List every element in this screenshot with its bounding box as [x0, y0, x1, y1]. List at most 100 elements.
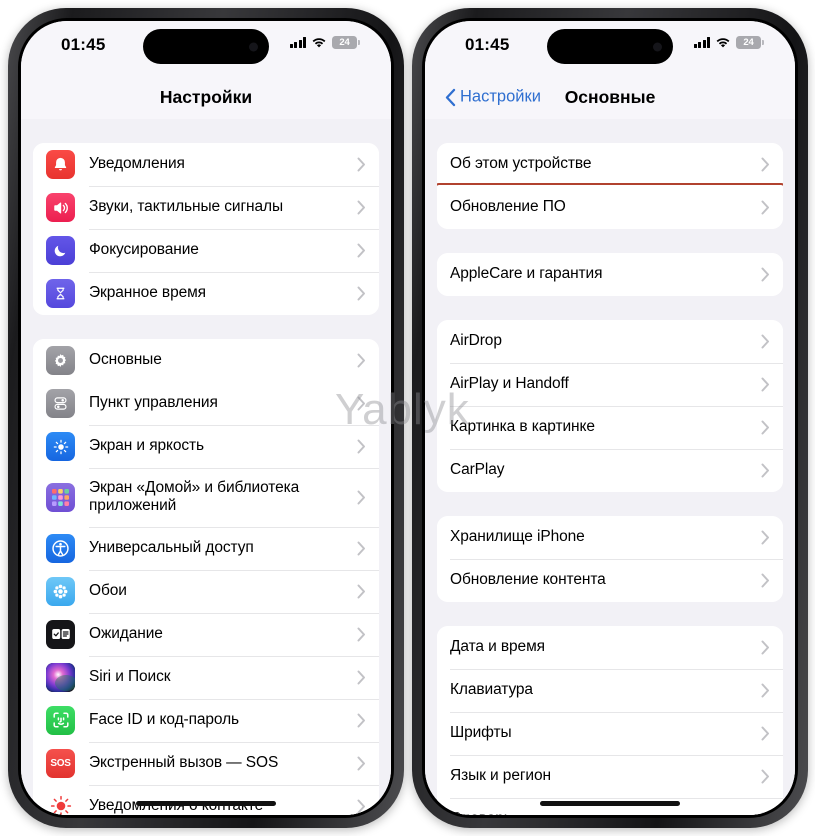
list-item-language-region[interactable]: Язык и регион — [437, 755, 783, 798]
front-camera-icon — [653, 42, 662, 51]
chevron-right-icon — [357, 490, 366, 505]
settings-group-1: Уведомления Звуки, тактильные сигналы Фо… — [33, 143, 379, 315]
chevron-right-icon — [357, 439, 366, 454]
list-item-picture-in-picture[interactable]: Картинка в картинке — [437, 406, 783, 449]
sidebar-item-accessibility[interactable]: Универсальный доступ — [33, 526, 379, 570]
general-group-4: Хранилище iPhone Обновление контента — [437, 516, 783, 602]
sidebar-item-label: Экстренный вызов — SOS — [89, 753, 279, 771]
sidebar-item-faceid[interactable]: Face ID и код-пароль — [33, 698, 379, 742]
list-item-carplay[interactable]: CarPlay — [437, 449, 783, 492]
nav-bar-left: Настройки — [21, 75, 391, 119]
settings-list-left[interactable]: Уведомления Звуки, тактильные сигналы Фо… — [21, 119, 391, 815]
sidebar-item-general[interactable]: Основные — [33, 339, 379, 382]
page-title: Основные — [564, 86, 656, 107]
back-button[interactable]: Настройки — [445, 88, 541, 107]
list-item-label: Клавиатура — [450, 681, 533, 699]
chevron-right-icon — [357, 286, 366, 301]
cellular-signal-icon — [693, 37, 710, 48]
home-indicator[interactable] — [540, 801, 680, 806]
sidebar-item-display-brightness[interactable]: Экран и яркость — [33, 425, 379, 468]
list-item-fonts[interactable]: Шрифты — [437, 712, 783, 755]
sidebar-item-label: Экран «Домой» и библиотека приложений — [89, 479, 300, 515]
home-indicator[interactable] — [136, 801, 276, 806]
wifi-icon — [312, 37, 326, 47]
chevron-right-icon — [761, 463, 770, 478]
general-group-3: AirDrop AirPlay и Handoff Картинка в кар… — [437, 320, 783, 492]
sidebar-item-control-center[interactable]: Пункт управления — [33, 382, 379, 425]
sidebar-item-notifications[interactable]: Уведомления — [33, 143, 379, 186]
sidebar-item-wallpaper[interactable]: Обои — [33, 569, 379, 613]
general-group-2: AppleCare и гарантия — [437, 253, 783, 296]
status-bar-right: 01:45 24 — [425, 21, 795, 75]
chevron-right-icon — [761, 200, 770, 215]
faceid-icon — [46, 705, 75, 735]
status-clock: 01:45 — [465, 35, 510, 54]
status-indicators: 24 — [693, 36, 764, 49]
settings-list-right[interactable]: Об этом устройстве Обновление ПО AppleCa… — [425, 119, 795, 815]
list-item-software-update[interactable]: Обновление ПО — [437, 186, 783, 229]
chevron-right-icon — [357, 756, 366, 771]
chevron-left-icon — [445, 88, 456, 106]
sidebar-item-label: Ожидание — [89, 624, 163, 642]
general-group-5: Дата и время Клавиатура Шрифты Язык и ре… — [437, 626, 783, 815]
phone-bezel-right: 01:45 24 Настройки Основные Об этом устр… — [422, 18, 798, 818]
sidebar-item-emergency-sos[interactable]: SOS Экстренный вызов — SOS — [33, 741, 379, 785]
chevron-right-icon — [761, 420, 770, 435]
dynamic-island — [547, 29, 673, 64]
moon-icon — [46, 236, 75, 265]
sidebar-item-label: Экран и яркость — [89, 437, 205, 455]
brightness-icon — [46, 432, 75, 461]
phone-screen-right: 01:45 24 Настройки Основные Об этом устр… — [425, 21, 795, 815]
list-item-date-time[interactable]: Дата и время — [437, 626, 783, 669]
chevron-right-icon — [761, 573, 770, 588]
sidebar-item-label: Основные — [89, 351, 162, 369]
contact-alert-icon — [46, 791, 75, 815]
sidebar-item-label: Пункт управления — [89, 394, 218, 412]
highlight-outline-software-update: Обновление ПО — [437, 183, 783, 229]
chevron-right-icon — [357, 243, 366, 258]
chevron-right-icon — [357, 584, 366, 599]
battery-icon: 24 — [332, 36, 360, 49]
list-item-airplay-handoff[interactable]: AirPlay и Handoff — [437, 363, 783, 406]
sidebar-item-label: Экранное время — [89, 284, 206, 302]
nav-bar-right: Настройки Основные — [425, 75, 795, 119]
chevron-right-icon — [357, 799, 366, 814]
sidebar-item-contact-alerts[interactable]: Уведомления о контакте — [33, 784, 379, 815]
status-clock: 01:45 — [61, 35, 106, 54]
chevron-right-icon — [357, 200, 366, 215]
sidebar-item-sounds[interactable]: Звуки, тактильные сигналы — [33, 186, 379, 229]
bell-icon — [46, 150, 75, 179]
sidebar-item-home-screen[interactable]: Экран «Домой» и библиотека приложений — [33, 468, 379, 527]
chevron-right-icon — [357, 541, 366, 556]
list-item-label: Шрифты — [450, 724, 512, 742]
phone-screen-left: 01:45 24 Настройки Уведомления Звуки, та… — [21, 21, 391, 815]
chevron-right-icon — [761, 530, 770, 545]
front-camera-icon — [249, 42, 258, 51]
sidebar-item-standby[interactable]: Ожидание — [33, 612, 379, 656]
list-item-iphone-storage[interactable]: Хранилище iPhone — [437, 516, 783, 559]
home-screen-icon — [46, 482, 75, 512]
list-item-airdrop[interactable]: AirDrop — [437, 320, 783, 363]
sidebar-item-screen-time[interactable]: Экранное время — [33, 272, 379, 315]
list-item-label: Дата и время — [450, 638, 545, 656]
iphone-right: 01:45 24 Настройки Основные Об этом устр… — [412, 8, 808, 828]
sidebar-item-siri-search[interactable]: Siri и Поиск — [33, 655, 379, 699]
list-item-background-refresh[interactable]: Обновление контента — [437, 559, 783, 602]
list-item-label: Хранилище iPhone — [450, 528, 585, 546]
accessibility-icon — [46, 533, 75, 563]
sidebar-item-label: Звуки, тактильные сигналы — [89, 198, 283, 216]
status-bar-left: 01:45 24 — [21, 21, 391, 75]
chevron-right-icon — [761, 769, 770, 784]
chevron-right-icon — [761, 157, 770, 172]
sidebar-item-focus[interactable]: Фокусирование — [33, 229, 379, 272]
battery-level: 24 — [339, 37, 350, 48]
list-item-applecare[interactable]: AppleCare и гарантия — [437, 253, 783, 296]
sidebar-item-label: Обои — [89, 581, 127, 599]
list-item-label: AppleCare и гарантия — [450, 265, 603, 283]
list-item-keyboard[interactable]: Клавиатура — [437, 669, 783, 712]
list-item-about[interactable]: Об этом устройстве — [437, 143, 783, 186]
phone-bezel-left: 01:45 24 Настройки Уведомления Звуки, та… — [18, 18, 394, 818]
dynamic-island — [143, 29, 269, 64]
cellular-signal-icon — [289, 37, 306, 48]
status-indicators: 24 — [289, 36, 360, 49]
